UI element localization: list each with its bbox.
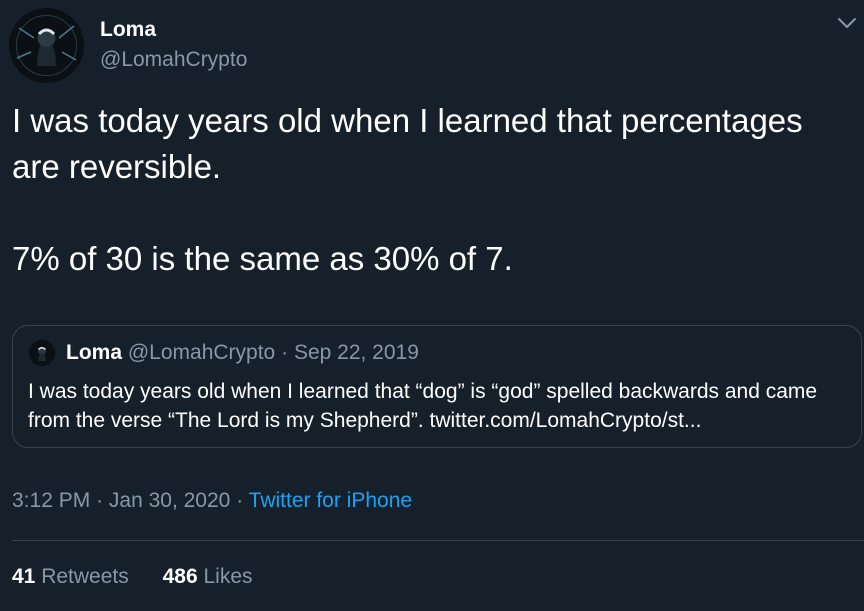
quoted-text: I was today years old when I learned tha… [28,380,818,432]
retweets-count: 41 [12,565,36,588]
retweets-stat[interactable]: 41 Retweets [12,565,129,589]
divider [12,540,864,541]
tweet: Loma @LomahCrypto I was today years old … [0,0,864,611]
quoted-tweet[interactable]: Loma @LomahCrypto · Sep 22, 2019 I was t… [12,325,862,448]
tweet-stats: 41 Retweets 486 Likes [12,565,253,589]
quoted-header: Loma @LomahCrypto · Sep 22, 2019 [66,341,419,365]
separator: · [236,489,244,512]
tweet-meta: 3:12 PM · Jan 30, 2020 · Twitter for iPh… [12,489,412,513]
avatar-icon [29,340,55,366]
tweet-text: I was today years old when I learned tha… [12,98,852,282]
separator: · [281,341,289,364]
separator: · [96,489,104,512]
tweet-paragraph: 7% of 30 is the same as 30% of 7. [12,240,513,277]
chevron-down-icon[interactable] [834,10,860,36]
likes-label: Likes [203,565,253,588]
quoted-avatar [29,340,55,366]
tweet-source-link[interactable]: Twitter for iPhone [249,489,412,512]
tweet-date[interactable]: Jan 30, 2020 [109,489,230,512]
retweets-label: Retweets [41,565,129,588]
likes-stat[interactable]: 486 Likes [163,565,253,589]
quoted-author-handle: @LomahCrypto [127,341,276,364]
author-name[interactable]: Loma [100,18,156,42]
likes-count: 486 [162,565,198,588]
tweet-time[interactable]: 3:12 PM [12,489,90,512]
avatar-icon [9,8,84,83]
avatar[interactable] [9,8,84,83]
tweet-paragraph: I was today years old when I learned tha… [12,102,803,185]
author-handle[interactable]: @LomahCrypto [100,48,247,72]
quoted-date: Sep 22, 2019 [293,341,419,364]
quoted-author-name: Loma [66,341,123,364]
